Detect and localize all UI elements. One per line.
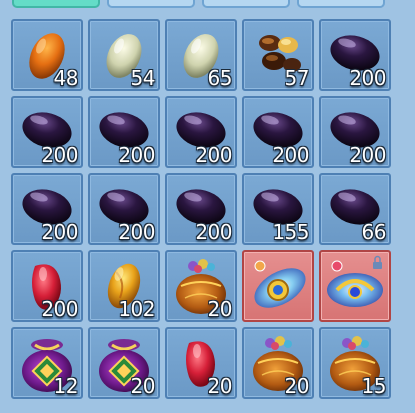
inventory-slot[interactable]: 200 <box>319 19 391 91</box>
tab-2[interactable] <box>107 0 195 8</box>
item-quantity: 200 <box>41 143 78 167</box>
inventory-slot[interactable]: 200 <box>11 173 83 245</box>
item-quantity: 200 <box>349 143 386 167</box>
inventory-slot[interactable]: 48 <box>11 19 83 91</box>
inventory-slot[interactable]: 20 <box>88 327 160 399</box>
item-quantity: 57 <box>284 66 310 90</box>
item-quantity: 48 <box>53 66 79 90</box>
item-quantity: 200 <box>118 220 155 244</box>
inventory-slot[interactable]: 200 <box>11 250 83 322</box>
inventory-slot[interactable]: 200 <box>165 96 237 168</box>
inventory-slot[interactable] <box>242 250 314 322</box>
inventory-slot[interactable]: 20 <box>165 250 237 322</box>
inventory-slot[interactable]: 65 <box>165 19 237 91</box>
item-quantity: 12 <box>53 374 79 398</box>
blue-amulet-lock-icon <box>327 255 383 307</box>
item-quantity: 200 <box>41 297 78 321</box>
inventory-slot[interactable]: 54 <box>88 19 160 91</box>
item-quantity: 54 <box>130 66 156 90</box>
item-quantity: 200 <box>118 143 155 167</box>
item-quantity: 102 <box>118 297 155 321</box>
item-quantity: 15 <box>361 374 387 398</box>
inventory-slot[interactable]: 200 <box>11 96 83 168</box>
inventory-grid: 48 54 65 57 200 200 200 200 200 200 200 … <box>11 19 391 399</box>
bottom-bar <box>0 407 415 413</box>
tab-1[interactable] <box>12 0 100 8</box>
item-quantity: 155 <box>272 220 309 244</box>
inventory-slot[interactable]: 200 <box>88 173 160 245</box>
inventory-slot[interactable]: 200 <box>88 96 160 168</box>
item-quantity: 20 <box>207 374 233 398</box>
tab-3[interactable] <box>202 0 290 8</box>
inventory-slot[interactable]: 57 <box>242 19 314 91</box>
item-quantity: 20 <box>207 297 233 321</box>
item-quantity: 200 <box>349 66 386 90</box>
item-quantity: 200 <box>195 143 232 167</box>
inventory-slot[interactable]: 20 <box>165 327 237 399</box>
inventory-slot[interactable]: 12 <box>11 327 83 399</box>
item-quantity: 20 <box>130 374 156 398</box>
inventory-slot[interactable]: 200 <box>319 96 391 168</box>
inventory-slot[interactable]: 200 <box>165 173 237 245</box>
item-quantity: 200 <box>195 220 232 244</box>
inventory-slot[interactable]: 20 <box>242 327 314 399</box>
inventory-slot[interactable] <box>319 250 391 322</box>
item-quantity: 66 <box>361 220 387 244</box>
tab-4[interactable] <box>297 0 385 8</box>
item-quantity: 200 <box>272 143 309 167</box>
inventory-slot[interactable]: 200 <box>242 96 314 168</box>
inventory-slot[interactable]: 66 <box>319 173 391 245</box>
blue-amulet-icon <box>254 260 306 308</box>
item-quantity: 20 <box>284 374 310 398</box>
item-quantity: 200 <box>41 220 78 244</box>
inventory-slot[interactable]: 155 <box>242 173 314 245</box>
inventory-tabs <box>0 0 415 12</box>
inventory-slot[interactable]: 102 <box>88 250 160 322</box>
inventory-slot[interactable]: 15 <box>319 327 391 399</box>
item-quantity: 65 <box>207 66 233 90</box>
